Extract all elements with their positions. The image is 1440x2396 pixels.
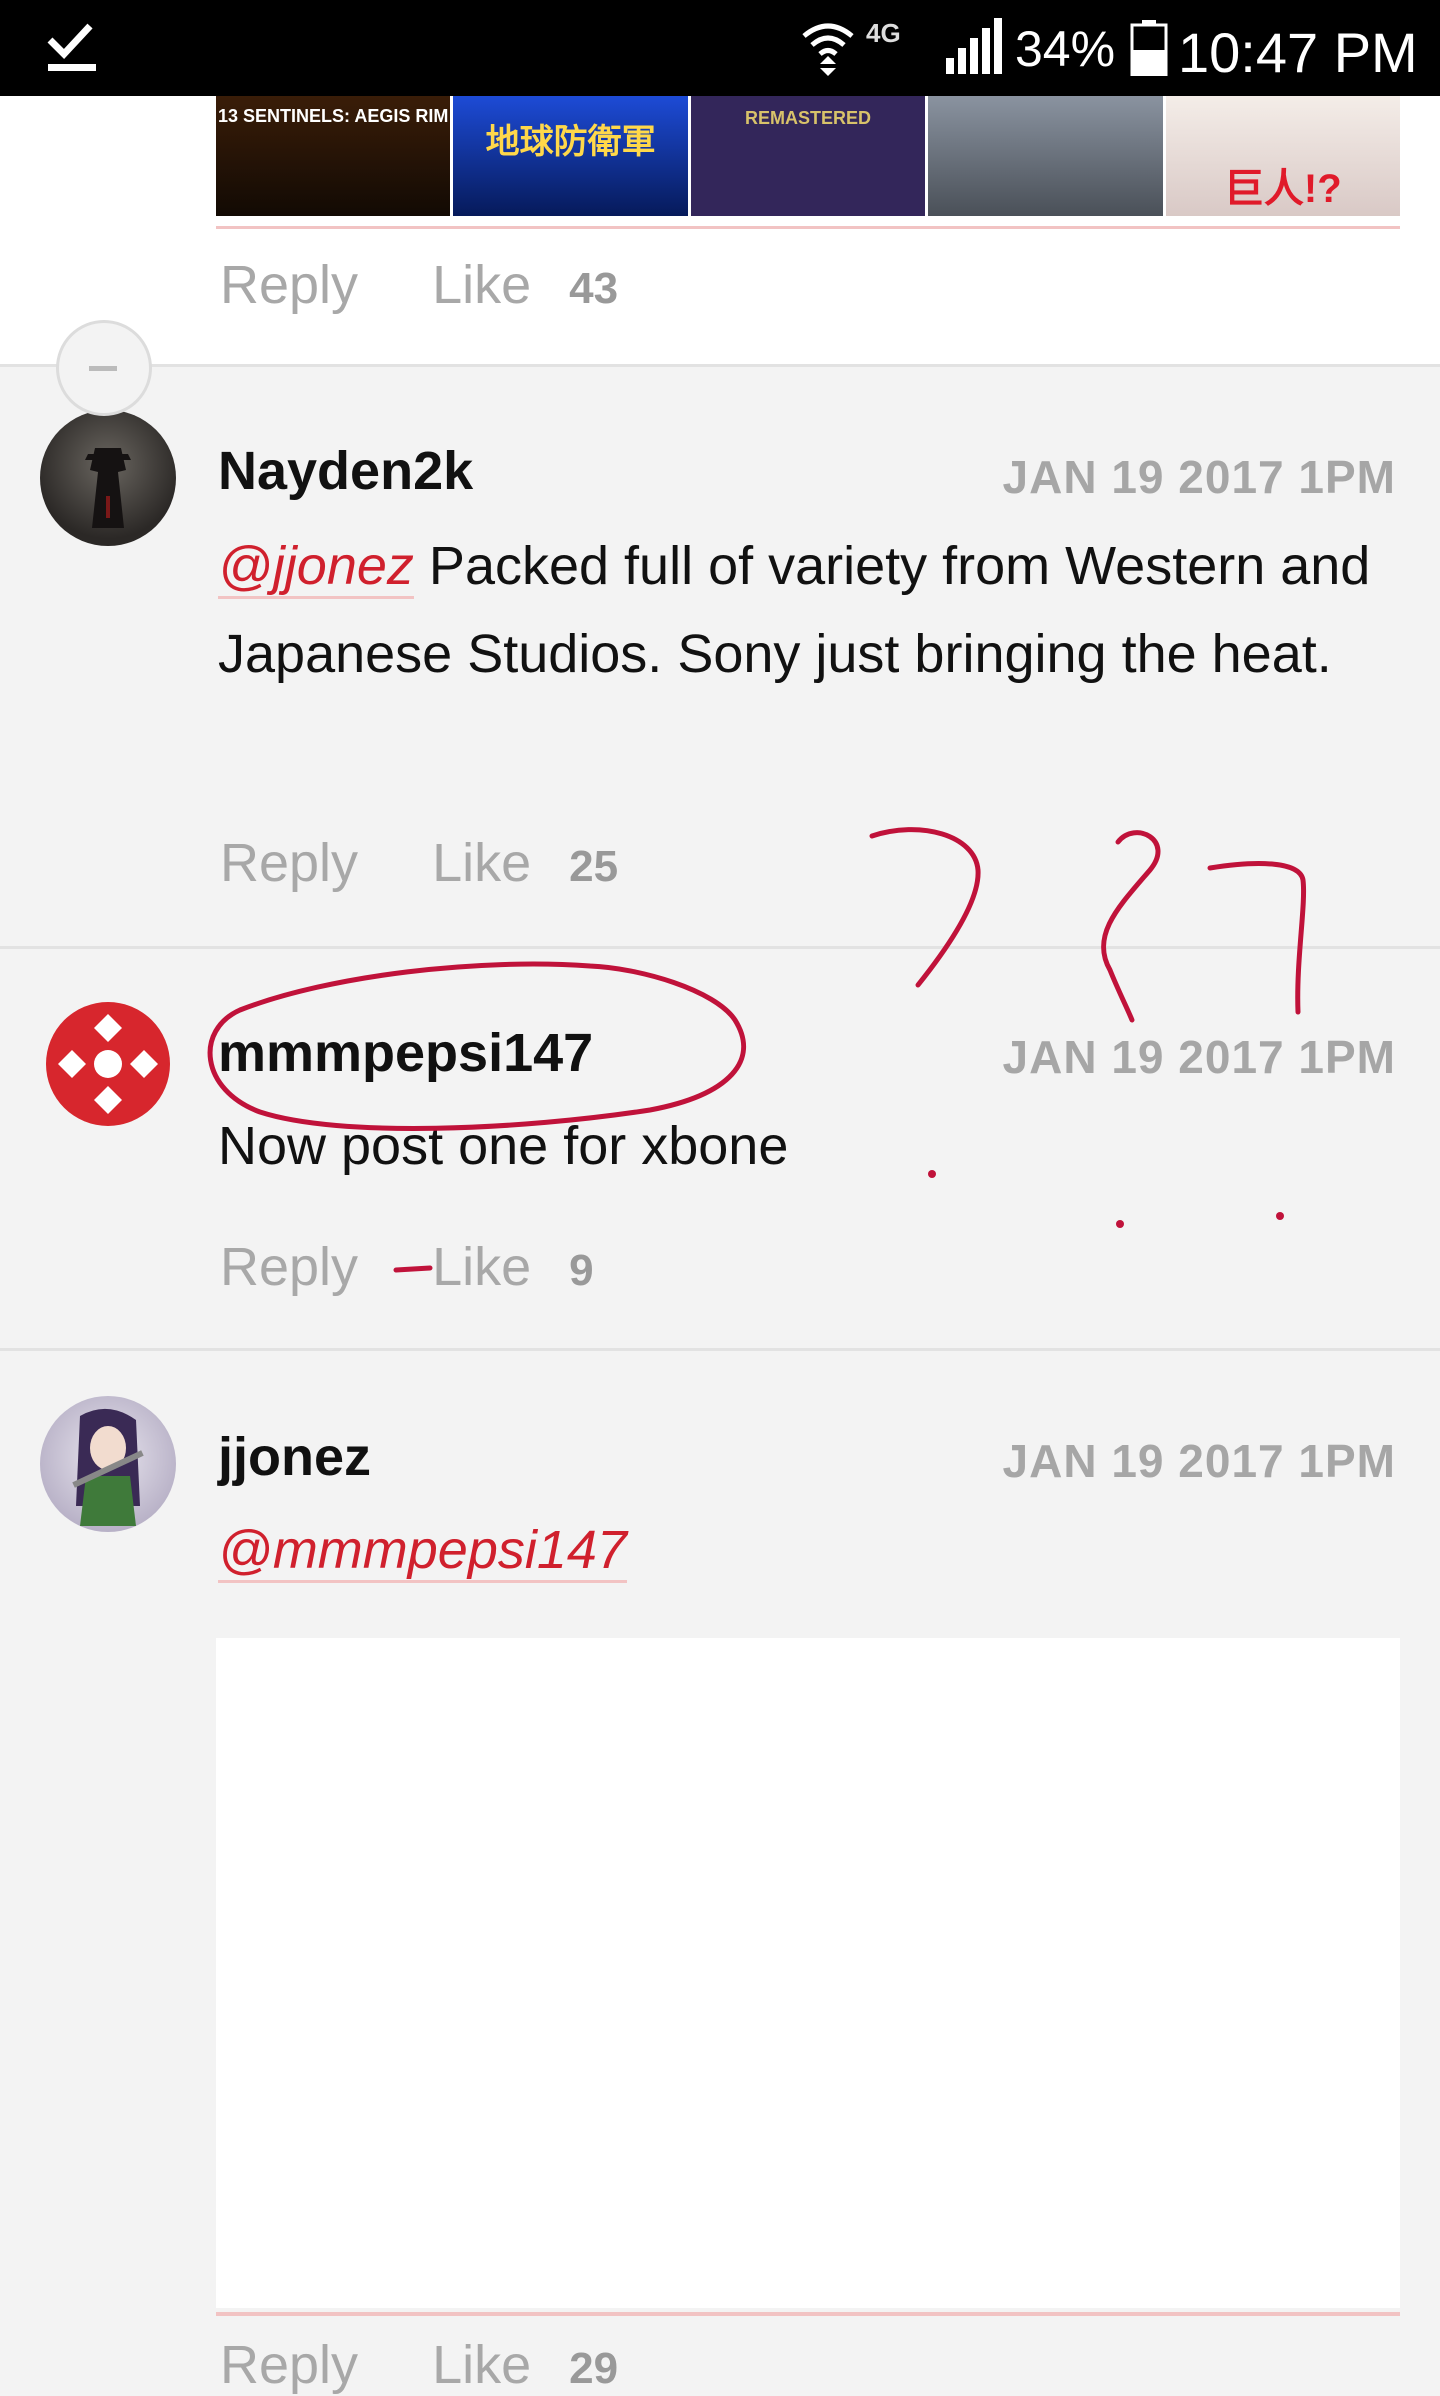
comment-actions: Reply Like 25 <box>220 832 618 894</box>
embedded-image-placeholder[interactable] <box>216 1638 1400 2308</box>
status-bar: 4G 34% 10:47 PM <box>0 0 1440 96</box>
thumbnail-3[interactable]: REMASTERED <box>690 96 926 216</box>
previous-comment: 13 SENTINELS: AEGIS RIM 地球防衛軍 REMASTERED… <box>0 96 1440 366</box>
minus-icon <box>89 366 117 371</box>
clock: 10:47 PM <box>1178 21 1418 84</box>
battery-percent: 34% <box>1015 21 1116 77</box>
download-check-icon <box>47 23 96 71</box>
comment-text: @jjonez Packed full of variety from West… <box>218 536 1371 684</box>
username[interactable]: Nayden2k <box>218 440 473 502</box>
divider <box>0 364 1440 367</box>
annotation-question-mark-3 <box>1207 861 1307 1015</box>
mention-link[interactable]: @mmmpepsi147 <box>218 1520 627 1583</box>
hunter-avatar-icon <box>85 448 131 528</box>
like-count: 43 <box>569 264 619 313</box>
timestamp: JAN 19 2017 1PM <box>1002 1031 1396 1083</box>
timestamp: JAN 19 2017 1PM <box>1002 1435 1396 1487</box>
collapse-thread-button[interactable] <box>56 320 152 416</box>
comment-actions: Reply Like 9 <box>220 1236 594 1298</box>
thumbnail-4[interactable] <box>928 96 1163 216</box>
username[interactable]: jjonez <box>218 1426 371 1488</box>
thumbnail-underline <box>216 226 1400 229</box>
reply-button[interactable]: Reply <box>220 254 358 316</box>
like-button[interactable]: Like <box>432 1236 531 1298</box>
avatar[interactable] <box>40 410 176 546</box>
signal-icon <box>946 18 1002 74</box>
like-count: 9 <box>569 1246 594 1295</box>
divider <box>0 946 1440 949</box>
thumbnail-5[interactable]: 巨人!? <box>1165 96 1401 216</box>
reply-button[interactable]: Reply <box>220 1236 358 1298</box>
anime-avatar-icon <box>72 1408 144 1526</box>
image-underline <box>216 2312 1400 2316</box>
like-count: 29 <box>569 2344 619 2393</box>
thumbnail-2[interactable]: 地球防衛軍 <box>453 96 688 216</box>
battery-icon <box>1130 20 1168 76</box>
username[interactable]: mmmpepsi147 <box>218 1022 593 1084</box>
annotation-dot-3 <box>1276 1212 1284 1220</box>
comment-text: Now post one for xbone <box>218 1116 789 1176</box>
annotation-question-mark-1 <box>869 827 981 988</box>
avatar[interactable] <box>40 1396 176 1532</box>
divider <box>0 1348 1440 1351</box>
like-count: 25 <box>569 842 619 891</box>
like-button[interactable]: Like <box>432 254 531 316</box>
reply-button[interactable]: Reply <box>220 2334 358 2396</box>
network-type: 4G <box>866 18 901 48</box>
thumbnail-1[interactable]: 13 SENTINELS: AEGIS RIM <box>216 96 451 216</box>
annotation-question-mark-2 <box>1101 830 1161 1023</box>
comment-actions: Reply Like 29 <box>220 2334 618 2396</box>
like-button[interactable]: Like <box>432 832 531 894</box>
wifi-icon <box>802 23 854 76</box>
like-button[interactable]: Like <box>432 2334 531 2396</box>
avatar[interactable] <box>40 996 176 1132</box>
timestamp: JAN 19 2017 1PM <box>1002 451 1396 503</box>
comment-actions: Reply Like 43 <box>220 254 618 316</box>
reply-button[interactable]: Reply <box>220 832 358 894</box>
ign-logo-icon <box>46 1002 170 1126</box>
comment-text: @mmmpepsi147 <box>218 1506 1408 1594</box>
image-strip[interactable]: 13 SENTINELS: AEGIS RIM 地球防衛軍 REMASTERED… <box>216 96 1401 216</box>
annotation-dot-2 <box>1116 1220 1124 1228</box>
mention-link[interactable]: @jjonez <box>218 536 414 599</box>
